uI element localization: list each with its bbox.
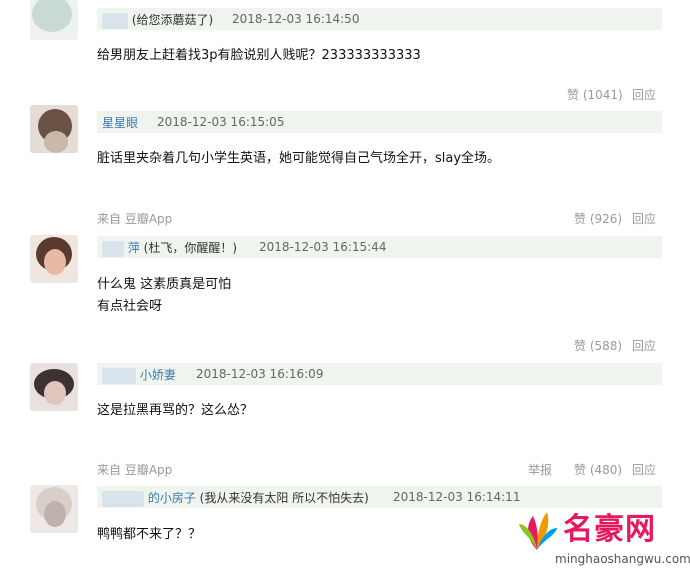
avatar[interactable] xyxy=(30,235,78,283)
username-link[interactable]: 小娇妻 xyxy=(140,368,176,382)
comment-footer: 赞 (1041) 回应 xyxy=(0,86,690,106)
comment-text: 这是拉黑再骂的？这么怂？ xyxy=(97,403,254,418)
blurred-username xyxy=(102,367,136,384)
comment-meta: 萍 (杜飞，你醒醒！) 2018-12-03 16:15:44 xyxy=(97,236,662,258)
avatar[interactable] xyxy=(30,363,78,411)
comment-text: 给男朋友上赶着找3p有脸说别人贱呢？233333333333 xyxy=(97,48,421,63)
user-note: (我从来没有太阳 所以不怕失去) xyxy=(199,491,369,505)
watermark-url: minghaoshangwu.com xyxy=(555,552,690,566)
watermark-title: 名豪网 xyxy=(563,512,656,547)
comment-time: 2018-12-03 16:14:50 xyxy=(232,12,360,26)
avatar[interactable] xyxy=(30,485,78,533)
user-note: (给您添蘑菇了) xyxy=(131,13,214,27)
comment-time: 2018-12-03 16:15:44 xyxy=(259,240,387,254)
flower-logo-icon xyxy=(519,512,557,550)
like-button[interactable]: 赞 (926) xyxy=(574,210,622,227)
user-note: (杜飞，你醒醒！) xyxy=(143,241,238,255)
comment-time: 2018-12-03 16:16:09 xyxy=(196,367,324,381)
comment-footer: 赞 (588) 回应 xyxy=(0,337,690,357)
blurred-username xyxy=(102,12,128,29)
site-watermark: 名豪网 minghaoshangwu.com xyxy=(515,500,690,570)
comment-text: 鸭鸭都不来了？？ xyxy=(97,527,202,542)
comment-time: 2018-12-03 16:15:05 xyxy=(157,115,285,129)
reply-button[interactable]: 回应 xyxy=(632,337,656,354)
username-link[interactable]: 的小房子 xyxy=(148,491,196,505)
comment-time: 2018-12-03 16:14:11 xyxy=(393,490,521,504)
reply-button[interactable]: 回应 xyxy=(632,210,656,227)
username-link[interactable]: 萍 xyxy=(128,241,140,255)
comment-meta: 星星眼 2018-12-03 16:15:05 xyxy=(97,111,662,133)
avatar[interactable] xyxy=(30,105,78,153)
like-button[interactable]: 赞 (588) xyxy=(574,337,622,354)
avatar[interactable] xyxy=(30,0,78,40)
source-label: 来自 豆瓣App xyxy=(97,463,173,477)
comment-meta: 小娇妻 2018-12-03 16:16:09 xyxy=(97,363,662,385)
reply-button[interactable]: 回应 xyxy=(632,461,656,478)
like-button[interactable]: 赞 (1041) xyxy=(567,86,623,103)
report-button[interactable]: 举报 xyxy=(528,461,552,478)
reply-button[interactable]: 回应 xyxy=(632,86,656,103)
comment-footer: 来自 豆瓣App 赞 (926) 回应 xyxy=(0,210,690,230)
blurred-username xyxy=(102,490,144,507)
comment-text: 什么鬼 这素质真是可怕 有点社会呀 xyxy=(97,277,232,314)
source-label: 来自 豆瓣App xyxy=(97,212,173,226)
comment-meta: (给您添蘑菇了) 2018-12-03 16:14:50 xyxy=(97,8,662,30)
like-button[interactable]: 赞 (480) xyxy=(574,461,622,478)
comment-text: 脏话里夹杂着几句小学生英语，她可能觉得自己气场全开，slay全场。 xyxy=(97,151,501,166)
username-link[interactable]: 星星眼 xyxy=(102,114,138,131)
comment-footer: 来自 豆瓣App 举报 赞 (480) 回应 xyxy=(0,461,690,481)
blurred-username xyxy=(102,240,124,257)
